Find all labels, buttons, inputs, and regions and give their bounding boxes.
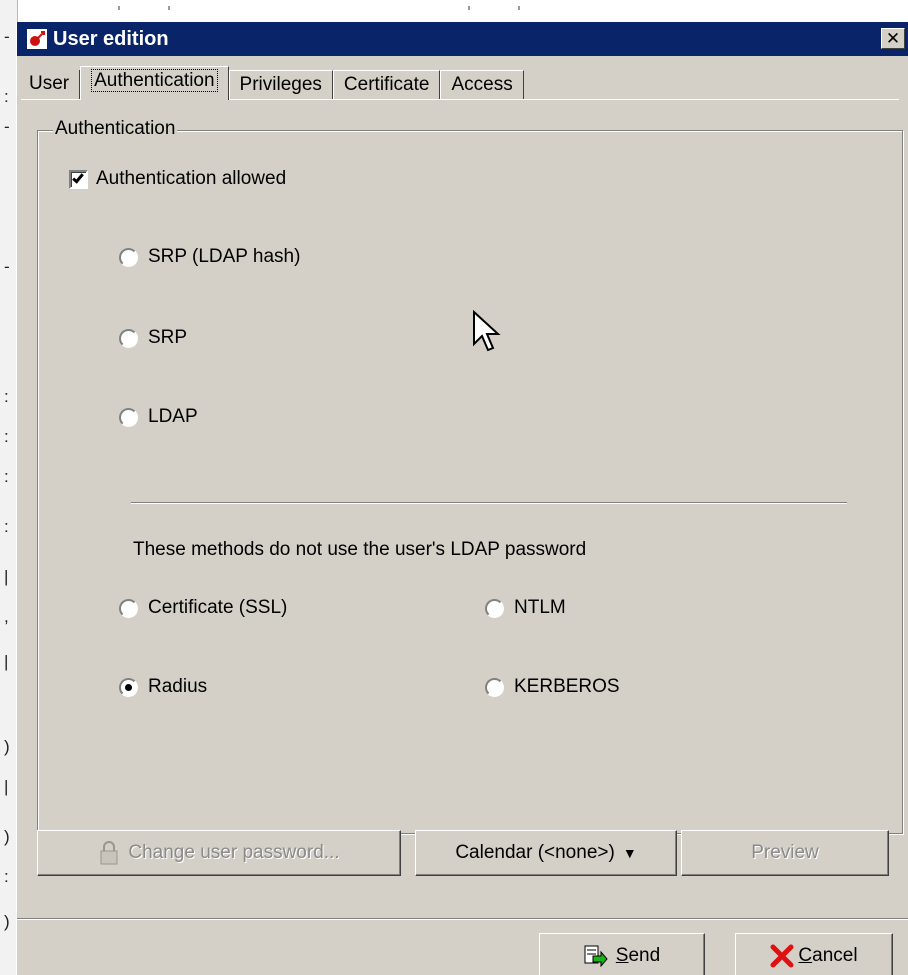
send-button[interactable]: Send (539, 933, 705, 975)
title-bar[interactable]: User edition ✕ (17, 22, 908, 56)
change-password-label: Change user password... (128, 842, 340, 863)
authentication-allowed-checkbox[interactable]: Authentication allowed (69, 168, 286, 190)
tab-access[interactable]: Access (440, 70, 524, 100)
calendar-label: Calendar (<none>) (455, 842, 615, 863)
radio-circle[interactable] (119, 407, 138, 427)
radio-circle[interactable] (119, 677, 138, 697)
chevron-down-icon: ▼ (622, 845, 637, 861)
send-label: Send (615, 945, 661, 966)
radio-srp[interactable]: SRP (119, 327, 187, 349)
radio-circle[interactable] (485, 677, 504, 697)
window-title: User edition (53, 27, 169, 50)
radio-selected-dot (125, 683, 132, 691)
tab-privileges[interactable]: Privileges (228, 70, 333, 100)
radio-ntlm[interactable]: NTLM (485, 597, 566, 619)
radio-certificate-ssl[interactable]: Certificate (SSL) (119, 597, 287, 619)
user-edition-dialog: User edition ✕ User Authentication Privi… (16, 22, 908, 975)
radio-circle[interactable] (485, 598, 504, 618)
cancel-x-icon (770, 944, 794, 968)
close-button[interactable]: ✕ (881, 28, 905, 49)
methods-separator (131, 502, 847, 504)
checkmark-icon (72, 170, 84, 184)
mouse-pointer-icon (473, 310, 501, 352)
radio-label: NTLM (514, 597, 566, 618)
close-icon: ✕ (885, 28, 901, 48)
radio-radius[interactable]: Radius (119, 676, 207, 698)
authentication-groupbox (37, 130, 903, 834)
radio-label: KERBEROS (514, 676, 620, 697)
radio-circle[interactable] (119, 328, 138, 348)
padlock-icon (100, 841, 118, 865)
tab-strip: User Authentication Privileges Certifica… (21, 66, 524, 100)
preview-label: Preview (751, 842, 819, 863)
background-app-top (18, 0, 908, 22)
authentication-allowed-label: Authentication allowed (96, 168, 287, 189)
radio-kerberos[interactable]: KERBEROS (485, 676, 620, 698)
radio-label: Certificate (SSL) (148, 597, 288, 618)
app-icon (27, 29, 47, 49)
radio-circle[interactable] (119, 247, 138, 267)
tab-certificate[interactable]: Certificate (332, 70, 441, 100)
ldap-password-note: These methods do not use the user's LDAP… (133, 539, 587, 560)
radio-ldap[interactable]: LDAP (119, 406, 198, 428)
send-icon (584, 945, 608, 967)
radio-srp-ldap-hash[interactable]: SRP (LDAP hash) (119, 246, 300, 268)
cancel-label: Cancel (798, 945, 858, 966)
tab-authentication[interactable]: Authentication (80, 66, 229, 100)
radio-label: SRP (148, 327, 188, 348)
radio-label: SRP (LDAP hash) (148, 246, 301, 267)
radio-circle[interactable] (119, 598, 138, 618)
footer-separator (17, 918, 908, 920)
screen: - : - - : : : : | , | ) | ) : ) User edi… (0, 0, 908, 975)
preview-button[interactable]: Preview (681, 830, 889, 876)
radio-label: LDAP (148, 406, 198, 427)
radio-label: Radius (148, 676, 208, 697)
cancel-button[interactable]: Cancel (735, 933, 893, 975)
tab-user[interactable]: User (21, 70, 81, 100)
change-user-password-button[interactable]: Change user password... (37, 830, 401, 876)
checkbox-box[interactable] (69, 169, 88, 189)
calendar-dropdown-button[interactable]: Calendar (<none>) ▼ (415, 830, 677, 876)
groupbox-title: Authentication (53, 118, 178, 140)
